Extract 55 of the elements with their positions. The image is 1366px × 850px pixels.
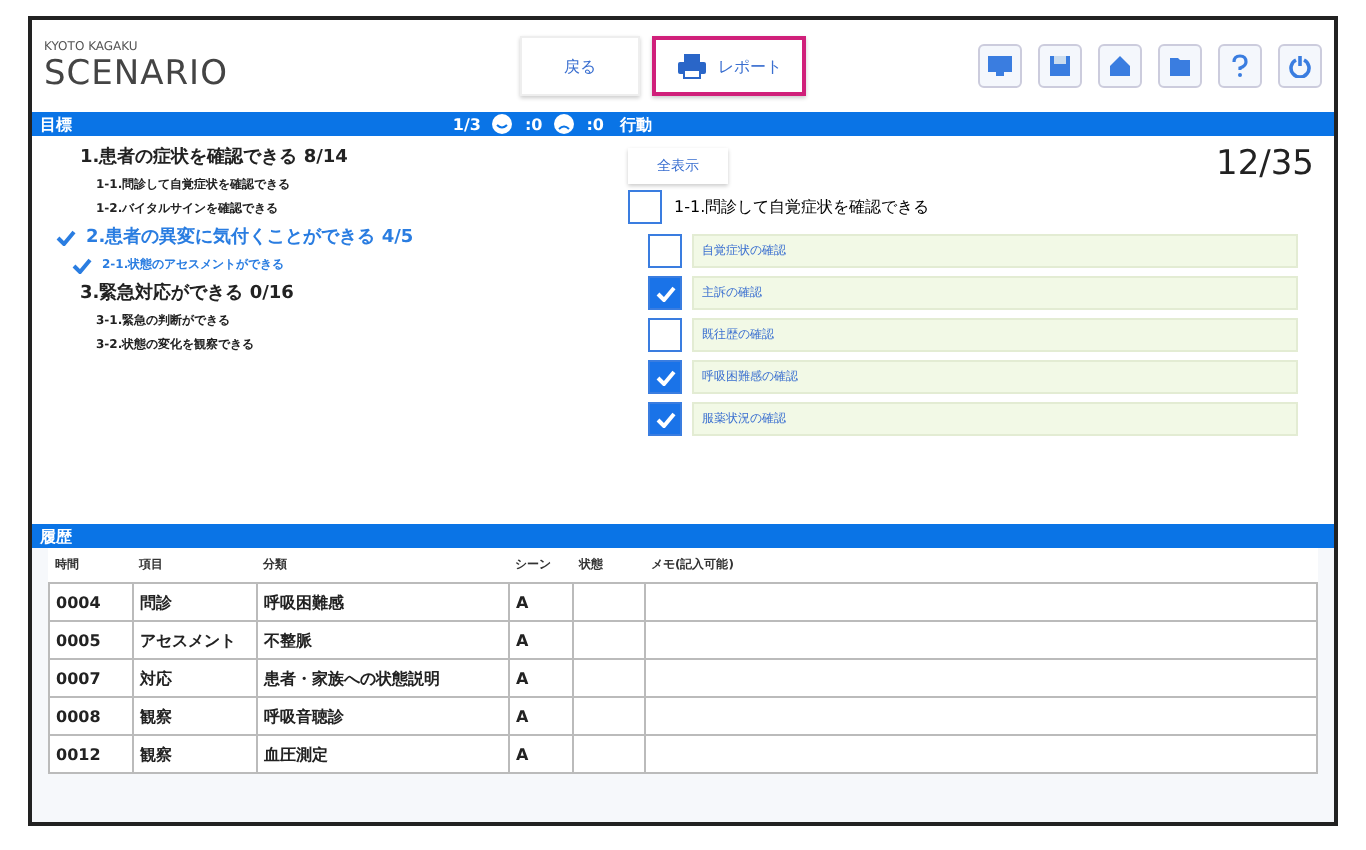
table-cell: アセスメント [133, 621, 257, 659]
table-cell: A [509, 621, 573, 659]
history-title: 履歴 [40, 525, 72, 547]
progress-text: 1/3 [452, 115, 481, 133]
table-cell: 観察 [133, 735, 257, 773]
action-group-label: 1-1.問診して自覚症状を確認できる [674, 196, 930, 218]
goal-item[interactable]: 2.患者の異変に気付くことができる 4/5 [52, 224, 612, 250]
table-cell [573, 621, 645, 659]
table-cell: 呼吸音聴診 [257, 697, 509, 735]
table-cell: 問診 [133, 583, 257, 621]
table-cell: 0008 [49, 697, 133, 735]
table-cell: 不整脈 [257, 621, 509, 659]
monitor-icon[interactable] [978, 44, 1022, 88]
save-icon[interactable] [1038, 44, 1082, 88]
goals-title: 目標 [40, 113, 72, 135]
power-icon[interactable] [1278, 44, 1322, 88]
checkbox[interactable] [648, 234, 682, 268]
good-count: :0 [524, 115, 543, 133]
table-cell [573, 697, 645, 735]
table-cell [573, 583, 645, 621]
app-logo: SCENARIO [44, 53, 230, 93]
table-cell: 血圧測定 [257, 735, 509, 773]
table-cell: 観察 [133, 697, 257, 735]
action-count: 12/35 [1216, 144, 1314, 184]
check-icon [655, 285, 675, 301]
checkbox[interactable] [648, 402, 682, 436]
print-button[interactable]: レポート [652, 36, 806, 96]
table-cell: 患者・家族への状態説明 [257, 659, 509, 697]
help-icon[interactable] [1218, 44, 1262, 88]
checkbox[interactable] [628, 190, 662, 224]
home-icon[interactable] [1098, 44, 1142, 88]
table-cell: 0005 [49, 621, 133, 659]
table-cell: 0012 [49, 735, 133, 773]
table-cell [573, 659, 645, 697]
table-cell: A [509, 659, 573, 697]
table-cell: 0007 [49, 659, 133, 697]
folder-icon[interactable] [1158, 44, 1202, 88]
table-cell: A [509, 735, 573, 773]
printer-icon [676, 52, 708, 80]
actions-title: 行動 [620, 113, 652, 135]
goal-item[interactable]: 3.緊急対応ができる 0/16 [52, 280, 612, 306]
bad-count: :0 [586, 115, 604, 133]
table-cell: A [509, 583, 573, 621]
check-icon [655, 411, 675, 427]
table-cell: 0004 [49, 583, 133, 621]
table-cell: A [509, 697, 573, 735]
table-cell [573, 735, 645, 773]
check-icon [655, 369, 675, 385]
table-cell: 呼吸困難感 [257, 583, 509, 621]
checkbox[interactable] [648, 360, 682, 394]
checkbox[interactable] [648, 318, 682, 352]
table-cell: 対応 [133, 659, 257, 697]
toolbar-button[interactable]: 戻る [520, 36, 640, 96]
goal-item[interactable]: 1.患者の症状を確認できる 8/14 [52, 144, 612, 170]
checkbox[interactable] [648, 276, 682, 310]
